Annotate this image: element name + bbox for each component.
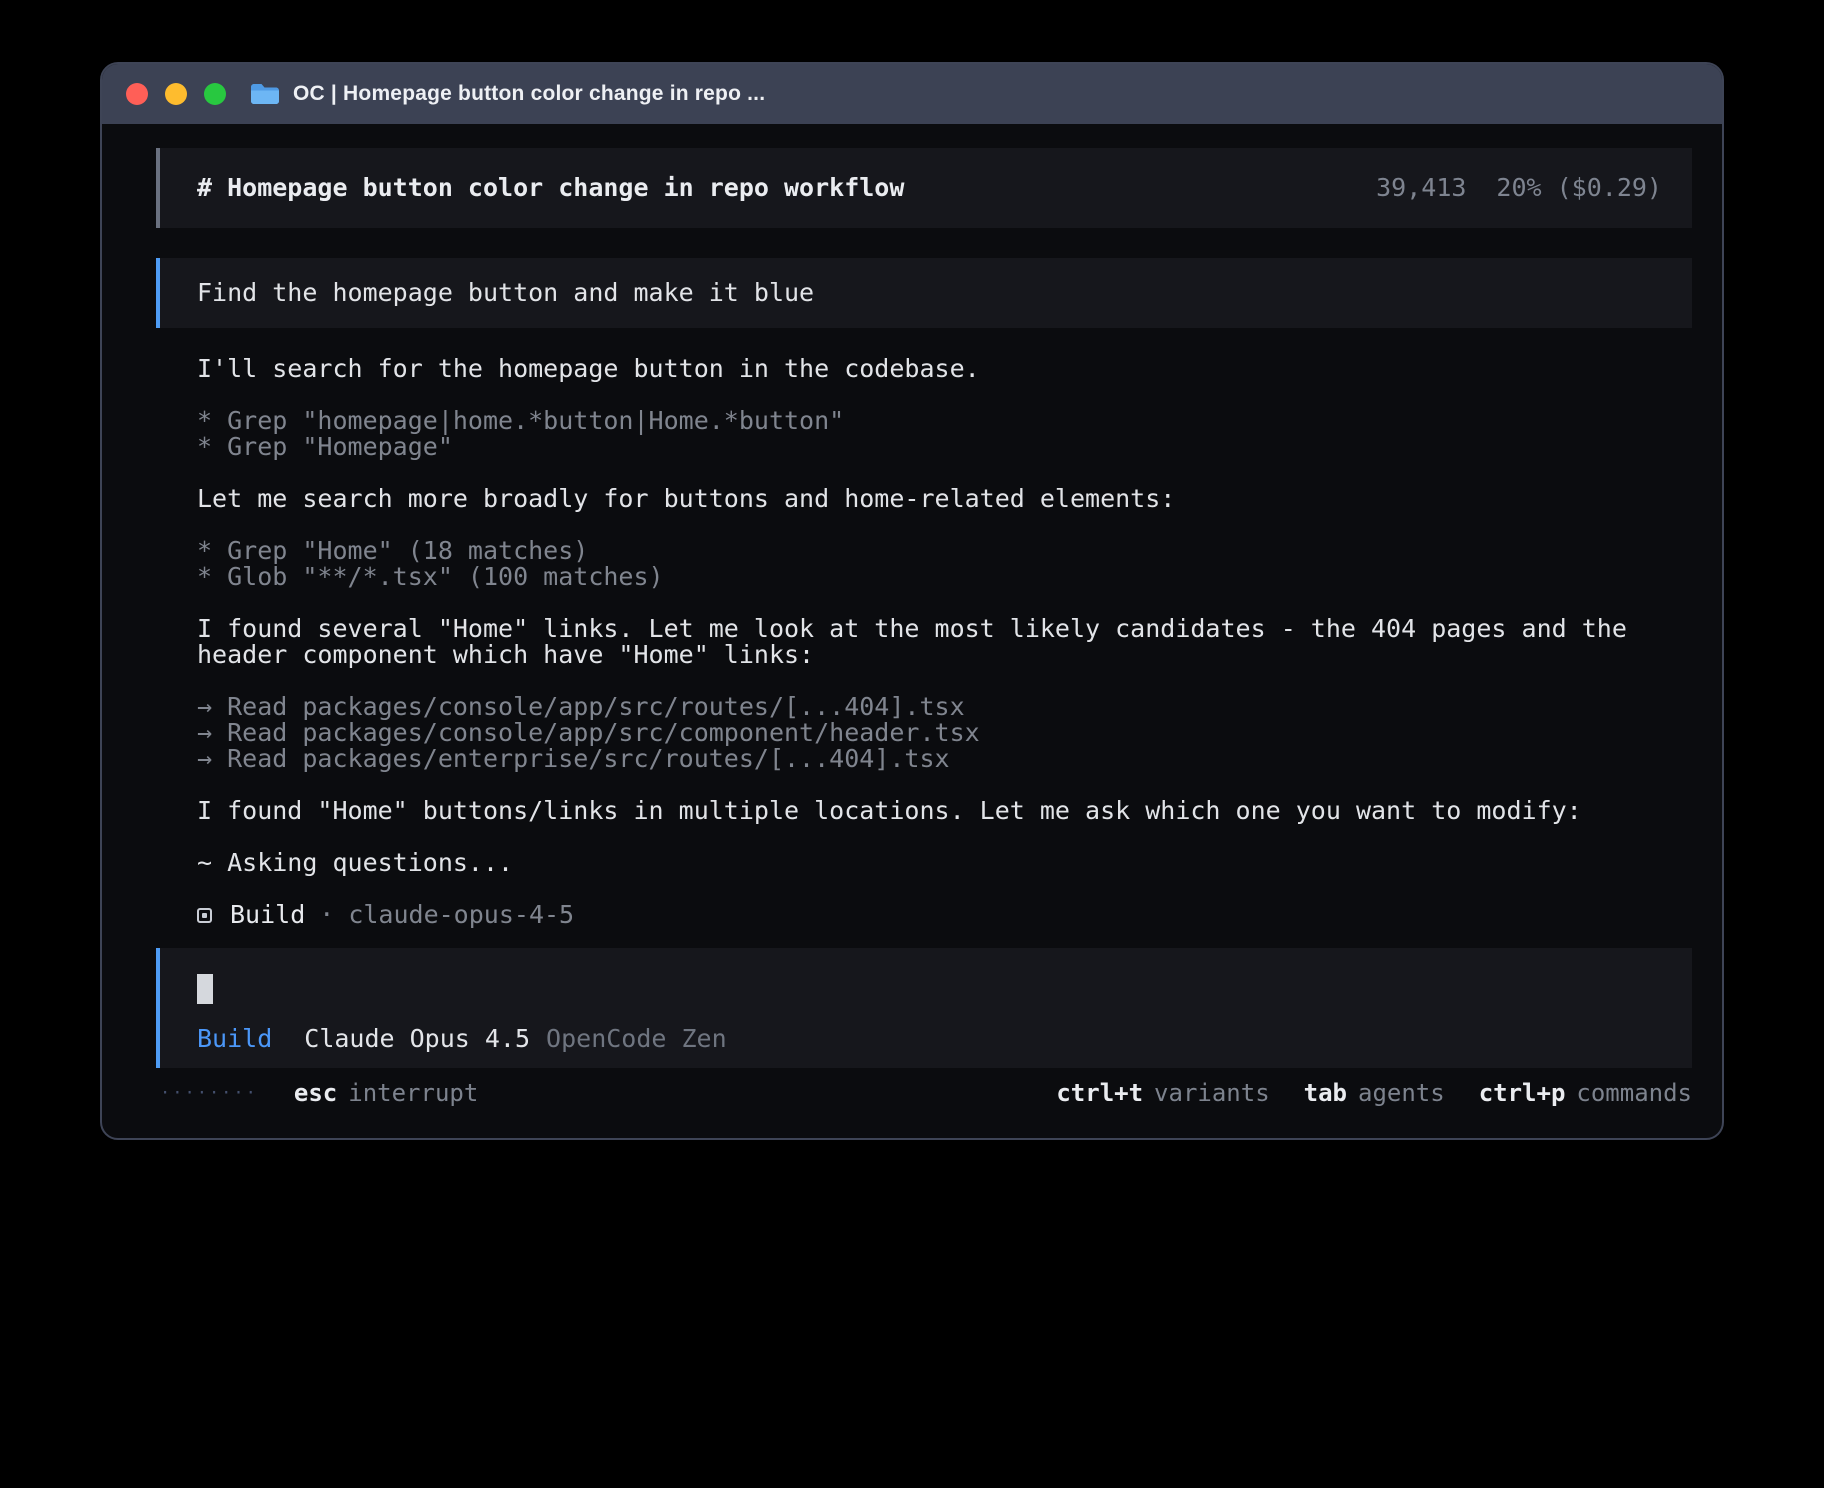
tool-call-read: → Read packages/console/app/src/componen… — [197, 720, 1692, 746]
titlebar: OC | Homepage button color change in rep… — [102, 64, 1722, 124]
tool-call-glob: * Glob "**/*.tsx" (100 matches) — [197, 564, 1692, 590]
assistant-status: ~ Asking questions... — [197, 850, 1692, 876]
folder-icon — [250, 82, 280, 106]
conversation: I'll search for the homepage button in t… — [156, 356, 1692, 928]
shortcut-key-variants: ctrl+t — [1056, 1080, 1143, 1106]
session-title: # Homepage button color change in repo w… — [197, 175, 904, 201]
agent-status-line: Build · claude-opus-4-5 — [197, 902, 1692, 928]
assistant-text: I'll search for the homepage button in t… — [197, 356, 1692, 382]
terminal-window: OC | Homepage button color change in rep… — [100, 62, 1724, 1140]
zoom-button[interactable] — [204, 83, 226, 105]
assistant-text: I found "Home" buttons/links in multiple… — [197, 798, 1692, 824]
separator-dot: · — [319, 902, 334, 928]
tool-call-grep: * Grep "homepage|home.*button|Home.*butt… — [197, 408, 1692, 434]
shortcut-label-agents: agents — [1358, 1080, 1445, 1106]
context-cost: 20% ($0.29) — [1496, 173, 1662, 202]
esc-key: esc — [294, 1080, 337, 1106]
terminal-content: # Homepage button color change in repo w… — [102, 124, 1722, 1106]
close-button[interactable] — [126, 83, 148, 105]
minimize-button[interactable] — [165, 83, 187, 105]
shortcut-key-commands: ctrl+p — [1479, 1080, 1566, 1106]
session-stats: 39,413 20% ($0.29) — [1376, 175, 1662, 201]
model-line: Build Claude Opus 4.5 OpenCode Zen — [197, 1026, 1692, 1052]
token-count: 39,413 — [1376, 173, 1466, 202]
tool-call-grep: * Grep "Home" (18 matches) — [197, 538, 1692, 564]
assistant-text: Let me search more broadly for buttons a… — [197, 486, 1692, 512]
tool-call-read: → Read packages/enterprise/src/routes/[.… — [197, 746, 1692, 772]
esc-hint: interrupt — [348, 1080, 478, 1106]
traffic-lights — [126, 83, 226, 105]
agent-name: Build — [230, 902, 305, 928]
tool-call-grep: * Grep "Homepage" — [197, 434, 1692, 460]
assistant-text: I found several "Home" links. Let me loo… — [197, 616, 1692, 668]
window-title: OC | Homepage button color change in rep… — [293, 82, 765, 106]
agent-model: claude-opus-4-5 — [348, 902, 574, 928]
prompt-input[interactable]: Build Claude Opus 4.5 OpenCode Zen — [156, 948, 1692, 1068]
shortcut-label-commands: commands — [1576, 1080, 1692, 1106]
agent-mode-label[interactable]: Build — [197, 1024, 272, 1053]
model-name[interactable]: Claude Opus 4.5 — [304, 1024, 530, 1053]
user-message-text: Find the homepage button and make it blu… — [197, 280, 814, 306]
session-header: # Homepage button color change in repo w… — [156, 148, 1692, 228]
shortcut-key-agents: tab — [1304, 1080, 1347, 1106]
statusbar: ········ esc interrupt ctrl+t variants t… — [156, 1080, 1692, 1106]
tool-call-read: → Read packages/console/app/src/routes/[… — [197, 694, 1692, 720]
spinner-dots: ········ — [160, 1080, 258, 1106]
provider-name: OpenCode Zen — [546, 1024, 727, 1053]
shortcut-label-variants: variants — [1154, 1080, 1270, 1106]
user-message: Find the homepage button and make it blu… — [156, 258, 1692, 328]
square-dot-icon — [197, 908, 212, 923]
shortcut-hints: ctrl+t variants tab agents ctrl+p comman… — [1056, 1080, 1692, 1106]
text-cursor — [197, 974, 213, 1004]
